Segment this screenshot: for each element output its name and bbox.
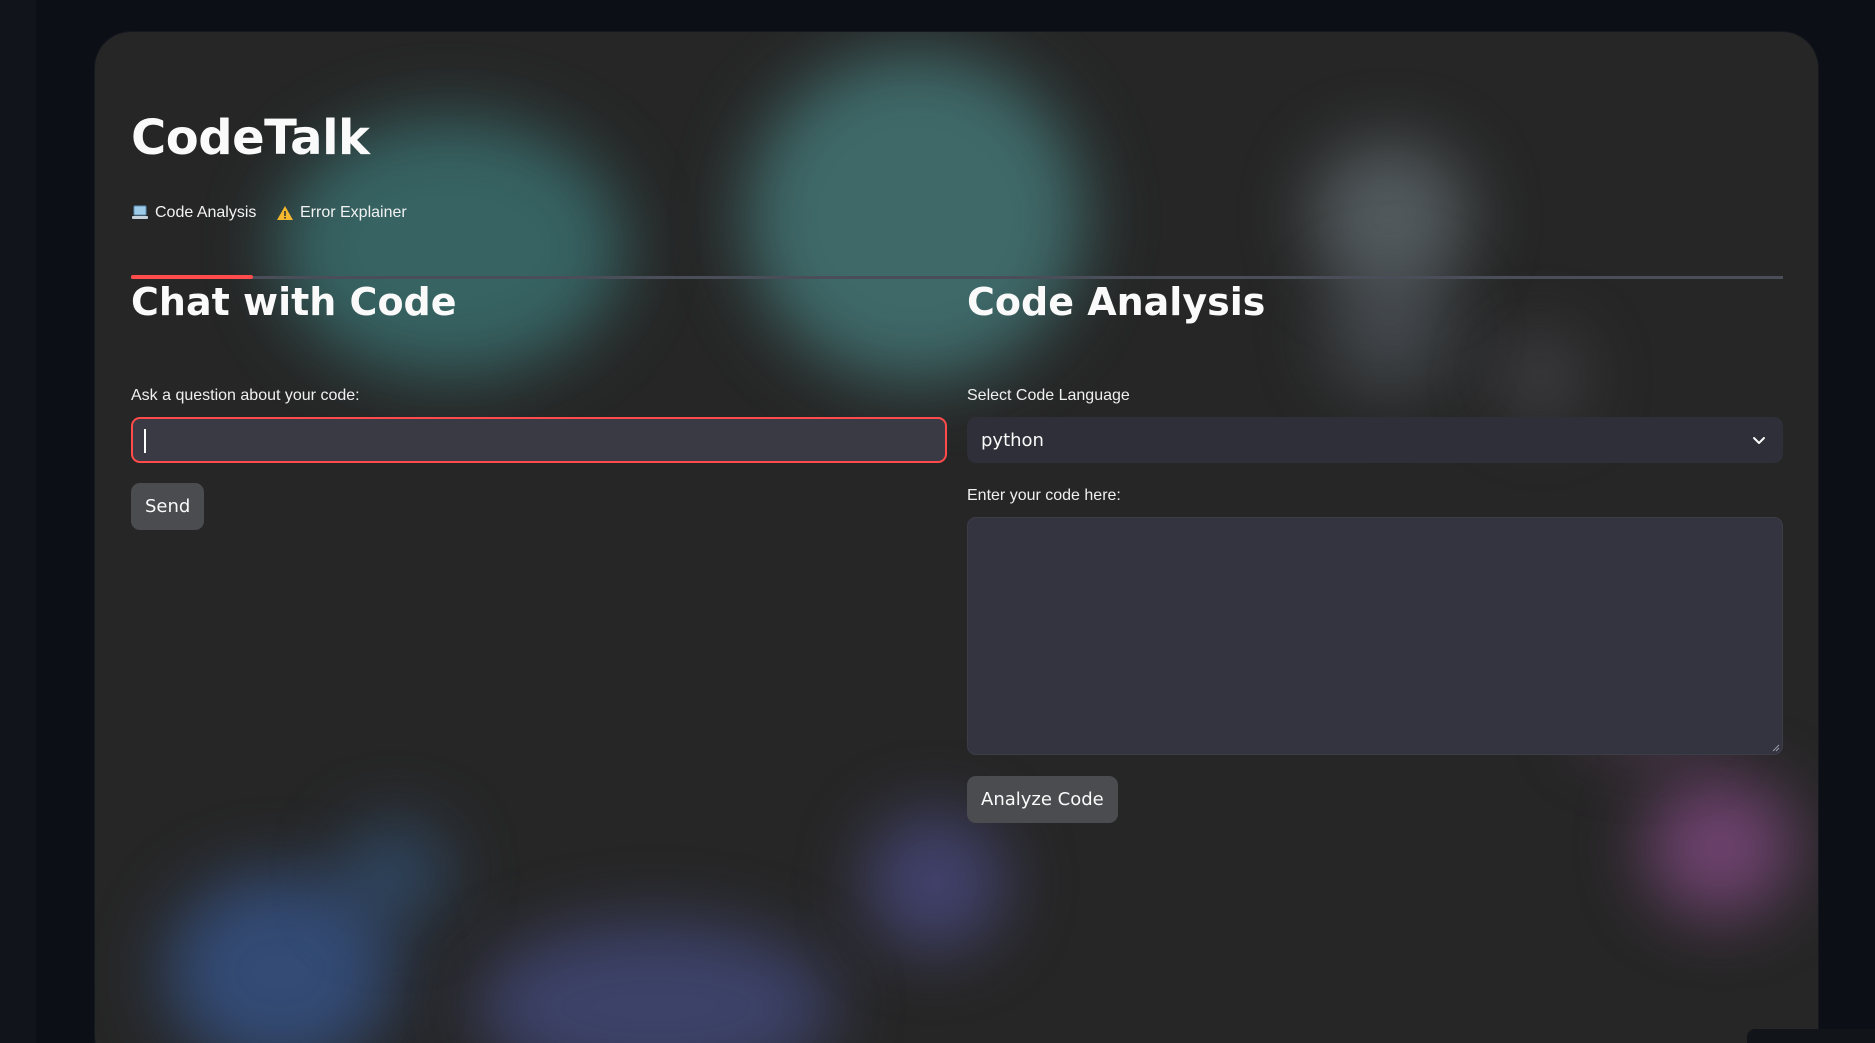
main-content: CodeTalk Code Analysis Error Explainer C…: [131, 32, 1783, 1043]
tab-code-analysis[interactable]: Code Analysis: [131, 204, 257, 279]
analyze-code-button[interactable]: Analyze Code: [967, 776, 1118, 823]
app-title: CodeTalk: [131, 110, 370, 166]
question-label: Ask a question about your code:: [131, 387, 360, 404]
code-label: Enter your code here:: [967, 487, 1121, 504]
left-edge-strip: [0, 0, 36, 1043]
chat-heading: Chat with Code: [131, 280, 457, 324]
app-background: CodeTalk Code Analysis Error Explainer C…: [0, 0, 1875, 1043]
chevron-down-icon: [1753, 437, 1765, 444]
tab-error-explainer[interactable]: Error Explainer: [276, 204, 407, 276]
code-textarea[interactable]: [967, 517, 1783, 755]
warning-icon: [277, 206, 293, 220]
language-label: Select Code Language: [967, 387, 1130, 404]
analysis-heading: Code Analysis: [967, 280, 1266, 324]
tab-label: Error Explainer: [300, 204, 407, 221]
main-card: CodeTalk Code Analysis Error Explainer C…: [95, 32, 1818, 1043]
question-input[interactable]: [131, 417, 947, 463]
language-selected-value: python: [981, 429, 1044, 451]
language-select[interactable]: python: [967, 417, 1783, 463]
tab-bar: Code Analysis Error Explainer: [131, 204, 1783, 279]
resize-handle-icon[interactable]: [1770, 742, 1780, 752]
text-caret: [144, 429, 146, 453]
corner-widget: [1747, 1029, 1875, 1043]
send-button[interactable]: Send: [131, 483, 205, 530]
laptop-icon: [132, 205, 148, 219]
tab-label: Code Analysis: [155, 204, 257, 221]
